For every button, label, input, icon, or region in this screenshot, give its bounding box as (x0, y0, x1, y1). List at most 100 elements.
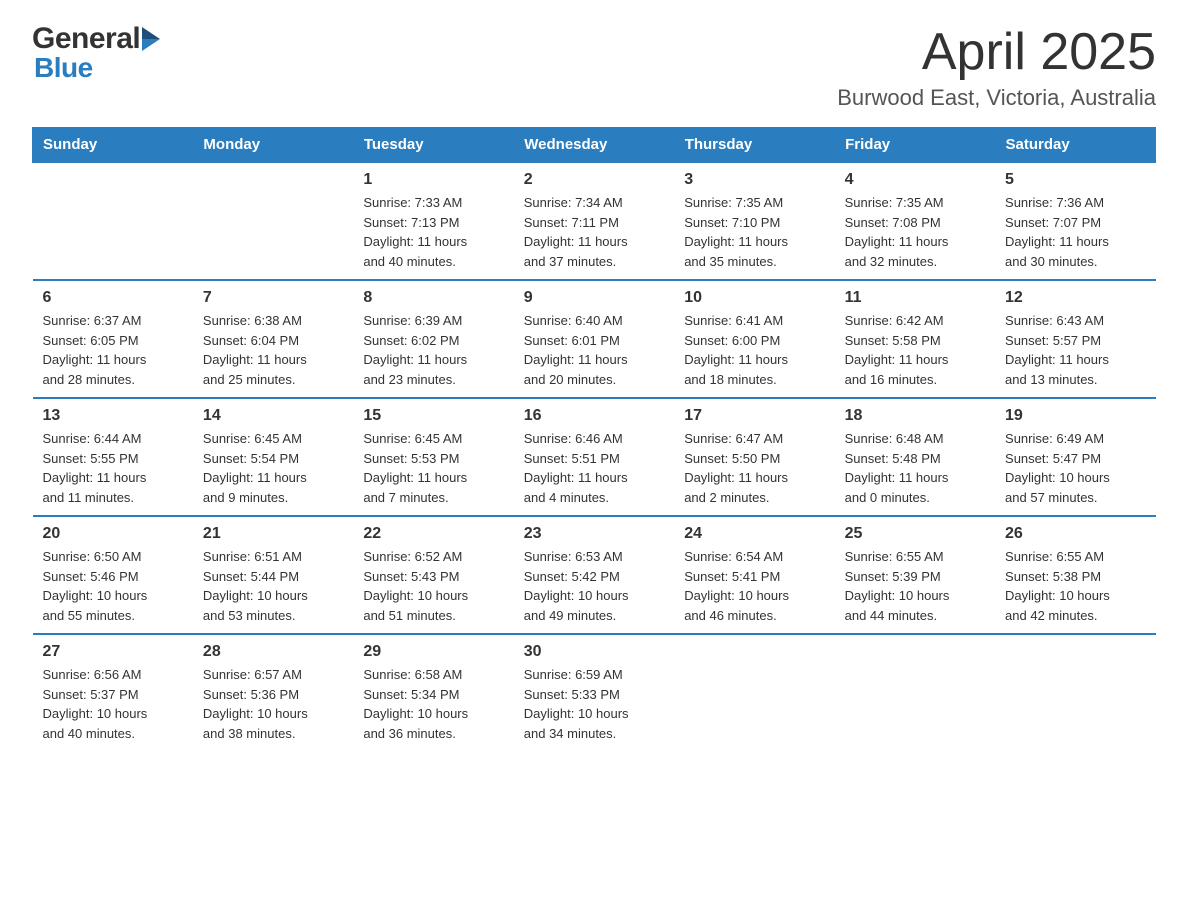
day-number: 19 (1005, 407, 1145, 425)
calendar-header-row: Sunday Monday Tuesday Wednesday Thursday… (33, 128, 1156, 163)
logo-flag-icon (142, 27, 160, 51)
col-tuesday: Tuesday (353, 128, 513, 163)
page-subtitle: Burwood East, Victoria, Australia (837, 85, 1156, 111)
page-title: April 2025 (837, 24, 1156, 81)
col-saturday: Saturday (995, 128, 1155, 163)
table-row: 19 Sunrise: 6:49 AMSunset: 5:47 PMDayligh… (995, 398, 1155, 516)
table-row: 20Sunrise: 6:50 AMSunset: 5:46 PMDayligh… (33, 516, 193, 634)
table-row: 8 Sunrise: 6:39 AMSunset: 6:02 PMDaylight… (353, 280, 513, 398)
col-sunday: Sunday (33, 128, 193, 163)
calendar-week-row: 20Sunrise: 6:50 AMSunset: 5:46 PMDayligh… (33, 516, 1156, 634)
day-info: Sunrise: 6:45 AMSunset: 5:54 PMDaylight:… (203, 429, 343, 507)
day-number: 7 (203, 289, 343, 307)
table-row: 12 Sunrise: 6:43 AMSunset: 5:57 PMDayligh… (995, 280, 1155, 398)
col-monday: Monday (193, 128, 353, 163)
table-row: 25 Sunrise: 6:55 AMSunset: 5:39 PMDayligh… (835, 516, 995, 634)
table-row (193, 162, 353, 280)
table-row: 2Sunrise: 7:34 AMSunset: 7:11 PMDaylight… (514, 162, 674, 280)
day-info: Sunrise: 6:55 AMSunset: 5:38 PMDaylight:… (1005, 547, 1145, 625)
logo-general-text: General (32, 24, 140, 54)
day-number: 24 (684, 525, 824, 543)
table-row: 26Sunrise: 6:55 AMSunset: 5:38 PMDayligh… (995, 516, 1155, 634)
day-info: Sunrise: 6:59 AMSunset: 5:33 PMDaylight:… (524, 665, 664, 743)
day-info: Sunrise: 6:54 AMSunset: 5:41 PMDaylight:… (684, 547, 824, 625)
day-number: 20 (43, 525, 183, 543)
day-info: Sunrise: 6:44 AMSunset: 5:55 PMDaylight:… (43, 429, 183, 507)
day-number: 8 (363, 289, 503, 307)
table-row: 11Sunrise: 6:42 AMSunset: 5:58 PMDayligh… (835, 280, 995, 398)
day-number: 9 (524, 289, 664, 307)
day-info: Sunrise: 6:51 AMSunset: 5:44 PMDaylight:… (203, 547, 343, 625)
table-row: 15 Sunrise: 6:45 AMSunset: 5:53 PMDayligh… (353, 398, 513, 516)
col-wednesday: Wednesday (514, 128, 674, 163)
day-number: 1 (363, 171, 503, 189)
day-info: Sunrise: 6:37 AMSunset: 6:05 PMDaylight:… (43, 311, 183, 389)
table-row (995, 634, 1155, 751)
table-row: 17 Sunrise: 6:47 AMSunset: 5:50 PMDayligh… (674, 398, 834, 516)
calendar-week-row: 1 Sunrise: 7:33 AMSunset: 7:13 PMDaylight… (33, 162, 1156, 280)
table-row: 10Sunrise: 6:41 AMSunset: 6:00 PMDayligh… (674, 280, 834, 398)
table-row: 4 Sunrise: 7:35 AMSunset: 7:08 PMDaylight… (835, 162, 995, 280)
day-number: 17 (684, 407, 824, 425)
table-row: 9 Sunrise: 6:40 AMSunset: 6:01 PMDaylight… (514, 280, 674, 398)
day-number: 29 (363, 643, 503, 661)
table-row: 5 Sunrise: 7:36 AMSunset: 7:07 PMDaylight… (995, 162, 1155, 280)
table-row: 14Sunrise: 6:45 AMSunset: 5:54 PMDayligh… (193, 398, 353, 516)
day-number: 22 (363, 525, 503, 543)
logo-blue-text: Blue (34, 54, 160, 82)
day-number: 16 (524, 407, 664, 425)
table-row: 18 Sunrise: 6:48 AMSunset: 5:48 PMDayligh… (835, 398, 995, 516)
table-row: 13 Sunrise: 6:44 AMSunset: 5:55 PMDayligh… (33, 398, 193, 516)
day-number: 18 (845, 407, 985, 425)
day-info: Sunrise: 7:35 AMSunset: 7:10 PMDaylight:… (684, 193, 824, 271)
day-info: Sunrise: 7:35 AMSunset: 7:08 PMDaylight:… (845, 193, 985, 271)
table-row: 29Sunrise: 6:58 AMSunset: 5:34 PMDayligh… (353, 634, 513, 751)
day-info: Sunrise: 6:46 AMSunset: 5:51 PMDaylight:… (524, 429, 664, 507)
table-row: 30 Sunrise: 6:59 AMSunset: 5:33 PMDayligh… (514, 634, 674, 751)
day-number: 23 (524, 525, 664, 543)
day-info: Sunrise: 6:41 AMSunset: 6:00 PMDaylight:… (684, 311, 824, 389)
day-number: 13 (43, 407, 183, 425)
calendar-table: Sunday Monday Tuesday Wednesday Thursday… (32, 127, 1156, 751)
day-info: Sunrise: 7:33 AMSunset: 7:13 PMDaylight:… (363, 193, 503, 271)
table-row: 1 Sunrise: 7:33 AMSunset: 7:13 PMDaylight… (353, 162, 513, 280)
day-info: Sunrise: 7:36 AMSunset: 7:07 PMDaylight:… (1005, 193, 1145, 271)
day-number: 12 (1005, 289, 1145, 307)
day-info: Sunrise: 6:45 AMSunset: 5:53 PMDaylight:… (363, 429, 503, 507)
table-row: 27Sunrise: 6:56 AMSunset: 5:37 PMDayligh… (33, 634, 193, 751)
table-row (674, 634, 834, 751)
day-info: Sunrise: 6:40 AMSunset: 6:01 PMDaylight:… (524, 311, 664, 389)
day-info: Sunrise: 6:47 AMSunset: 5:50 PMDaylight:… (684, 429, 824, 507)
day-number: 3 (684, 171, 824, 189)
day-number: 2 (524, 171, 664, 189)
day-number: 6 (43, 289, 183, 307)
day-info: Sunrise: 6:52 AMSunset: 5:43 PMDaylight:… (363, 547, 503, 625)
day-info: Sunrise: 6:49 AMSunset: 5:47 PMDaylight:… (1005, 429, 1145, 507)
day-number: 11 (845, 289, 985, 307)
table-row (835, 634, 995, 751)
day-info: Sunrise: 6:48 AMSunset: 5:48 PMDaylight:… (845, 429, 985, 507)
day-number: 15 (363, 407, 503, 425)
table-row: 16 Sunrise: 6:46 AMSunset: 5:51 PMDayligh… (514, 398, 674, 516)
day-number: 27 (43, 643, 183, 661)
table-row: 24 Sunrise: 6:54 AMSunset: 5:41 PMDayligh… (674, 516, 834, 634)
col-thursday: Thursday (674, 128, 834, 163)
day-number: 21 (203, 525, 343, 543)
calendar-week-row: 6 Sunrise: 6:37 AMSunset: 6:05 PMDaylight… (33, 280, 1156, 398)
day-info: Sunrise: 6:38 AMSunset: 6:04 PMDaylight:… (203, 311, 343, 389)
table-row: 23 Sunrise: 6:53 AMSunset: 5:42 PMDayligh… (514, 516, 674, 634)
day-info: Sunrise: 6:39 AMSunset: 6:02 PMDaylight:… (363, 311, 503, 389)
day-info: Sunrise: 6:53 AMSunset: 5:42 PMDaylight:… (524, 547, 664, 625)
title-block: April 2025 Burwood East, Victoria, Austr… (837, 24, 1156, 111)
table-row: 3 Sunrise: 7:35 AMSunset: 7:10 PMDaylight… (674, 162, 834, 280)
day-number: 30 (524, 643, 664, 661)
table-row: 7 Sunrise: 6:38 AMSunset: 6:04 PMDaylight… (193, 280, 353, 398)
day-number: 4 (845, 171, 985, 189)
table-row: 28Sunrise: 6:57 AMSunset: 5:36 PMDayligh… (193, 634, 353, 751)
day-info: Sunrise: 6:43 AMSunset: 5:57 PMDaylight:… (1005, 311, 1145, 389)
day-number: 5 (1005, 171, 1145, 189)
page-header: General Blue April 2025 Burwood East, Vi… (32, 24, 1156, 111)
day-info: Sunrise: 6:57 AMSunset: 5:36 PMDaylight:… (203, 665, 343, 743)
day-info: Sunrise: 6:55 AMSunset: 5:39 PMDaylight:… (845, 547, 985, 625)
day-number: 25 (845, 525, 985, 543)
